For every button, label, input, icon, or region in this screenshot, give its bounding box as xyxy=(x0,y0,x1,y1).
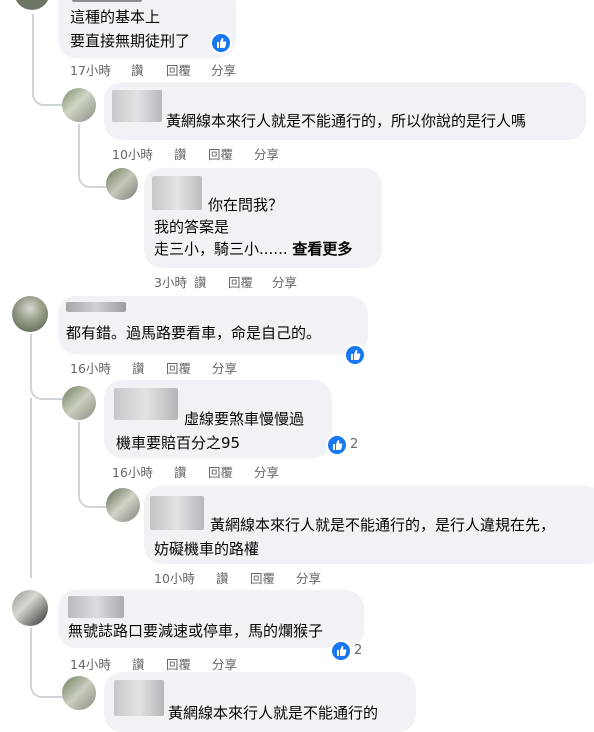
like-button[interactable]: 讚 xyxy=(216,568,229,587)
reply-button[interactable]: 回覆 xyxy=(166,60,191,79)
timestamp[interactable]: 3小時 xyxy=(154,272,187,291)
reply-button[interactable]: 回覆 xyxy=(166,654,191,673)
share-button[interactable]: 分享 xyxy=(212,654,237,673)
like-button[interactable]: 讚 xyxy=(174,144,187,163)
comment-text-line: 走三小，騎三小...... 查看更多 xyxy=(154,238,352,260)
like-reaction-icon[interactable] xyxy=(326,434,348,456)
commenter-name-blurred[interactable] xyxy=(72,0,142,2)
comment-text-line: 虛線要煞車慢慢過 xyxy=(184,410,305,428)
like-button[interactable]: 讚 xyxy=(194,272,207,291)
share-button[interactable]: 分享 xyxy=(296,568,321,587)
share-button[interactable]: 分享 xyxy=(212,358,237,377)
reply-button[interactable]: 回覆 xyxy=(208,462,233,481)
comment-text-line: 黃網線本來行人就是不能通行的，是行人違規在先， xyxy=(210,516,556,534)
comment-text-line: 你在問我？ xyxy=(208,196,284,214)
thread-connector xyxy=(32,14,64,106)
comment-text-line: 妨礙機車的路權 xyxy=(154,540,260,558)
timestamp[interactable]: 10小時 xyxy=(112,144,153,163)
comment-text: 走三小，騎三小...... xyxy=(154,240,288,258)
reply-button[interactable]: 回覆 xyxy=(166,358,191,377)
avatar[interactable] xyxy=(62,386,96,420)
comment-actions: 16小時 讚 回覆 分享 xyxy=(112,462,312,480)
commenter-name-blurred[interactable] xyxy=(66,302,126,312)
avatar[interactable] xyxy=(106,488,140,522)
comment-actions: 10小時 讚 回覆 分享 xyxy=(112,144,312,162)
commenter-name-blurred[interactable] xyxy=(152,176,202,210)
reply-button[interactable]: 回覆 xyxy=(208,144,233,163)
see-more-link[interactable]: 查看更多 xyxy=(292,240,352,258)
thread-line xyxy=(30,398,32,578)
thread-connector xyxy=(78,124,110,188)
comment-actions: 3小時 讚 回覆 分享 xyxy=(154,272,354,290)
comment-actions: 10小時 讚 回覆 分享 xyxy=(154,568,354,586)
comment-text-line: 要直接無期徒刑了 xyxy=(70,32,191,50)
comment-actions: 16小時 讚 回覆 分享 xyxy=(70,358,270,376)
avatar[interactable] xyxy=(62,88,96,122)
timestamp[interactable]: 10小時 xyxy=(154,568,195,587)
like-reaction-icon[interactable] xyxy=(210,32,232,54)
timestamp[interactable]: 17小時 xyxy=(70,60,111,79)
avatar[interactable] xyxy=(12,590,48,626)
comment-text-line: 我的答案是 xyxy=(154,218,230,236)
comment-text-line: 都有錯。過馬路要看車，命是自己的。 xyxy=(66,324,322,342)
share-button[interactable]: 分享 xyxy=(211,60,236,79)
thread-connector xyxy=(78,422,112,508)
reaction-count[interactable]: 2 xyxy=(350,437,358,452)
comment-text-line: 這種的基本上 xyxy=(70,8,161,26)
comment-actions: 17小時 讚 回覆 分享 xyxy=(70,60,270,78)
reply-button[interactable]: 回覆 xyxy=(250,568,275,587)
avatar[interactable] xyxy=(14,0,50,10)
commenter-name-blurred[interactable] xyxy=(114,680,164,716)
share-button[interactable]: 分享 xyxy=(272,272,297,291)
commenter-name-blurred[interactable] xyxy=(112,90,162,122)
like-reaction-icon[interactable] xyxy=(330,640,352,662)
thread-connector xyxy=(30,628,64,698)
avatar[interactable] xyxy=(106,168,138,200)
like-reaction-icon[interactable] xyxy=(344,344,366,366)
like-button[interactable]: 讚 xyxy=(132,654,145,673)
comment-actions: 14小時 讚 回覆 分享 xyxy=(70,654,270,672)
comment-text-line: 黃網線本來行人就是不能通行的 xyxy=(168,704,379,722)
comment-text-line: 機車要賠百分之95 xyxy=(116,434,241,452)
commenter-name-blurred[interactable] xyxy=(114,388,178,420)
timestamp[interactable]: 14小時 xyxy=(70,654,111,673)
commenter-name-blurred[interactable] xyxy=(150,496,204,530)
thread-connector xyxy=(30,334,64,400)
timestamp[interactable]: 16小時 xyxy=(112,462,153,481)
like-button[interactable]: 讚 xyxy=(131,60,144,79)
avatar[interactable] xyxy=(62,676,96,710)
reaction-count[interactable]: 2 xyxy=(354,643,362,658)
comment-text-line: 黃網線本來行人就是不能通行的，所以你說的是行人嗎 xyxy=(166,112,527,130)
comment-text-line: 無號誌路口要減速或停車，馬的爛猴子 xyxy=(68,622,324,640)
share-button[interactable]: 分享 xyxy=(254,144,279,163)
avatar[interactable] xyxy=(12,296,48,332)
timestamp[interactable]: 16小時 xyxy=(70,358,111,377)
commenter-name-blurred[interactable] xyxy=(68,596,124,618)
reply-button[interactable]: 回覆 xyxy=(228,272,253,291)
share-button[interactable]: 分享 xyxy=(254,462,279,481)
like-button[interactable]: 讚 xyxy=(132,358,145,377)
like-button[interactable]: 讚 xyxy=(174,462,187,481)
